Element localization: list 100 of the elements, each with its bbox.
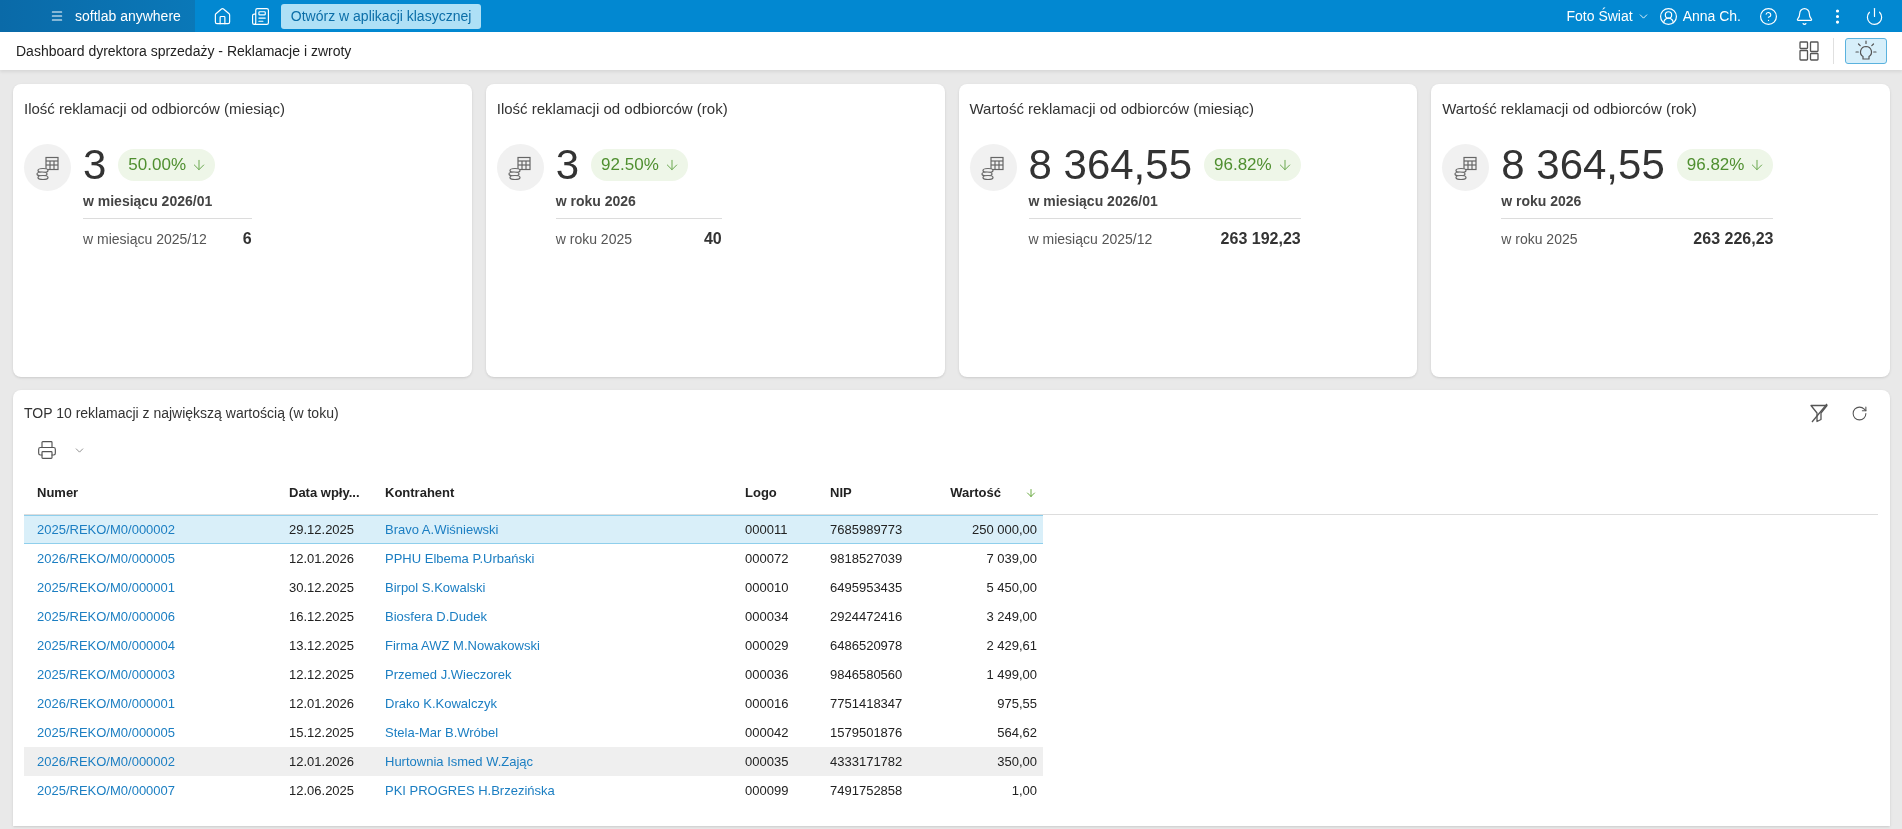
filter-off-icon[interactable]: [1809, 403, 1829, 423]
table-link[interactable]: 2025/REKO/M0/000007: [37, 780, 176, 801]
current-period: w miesiącu 2026/01: [83, 192, 214, 210]
table-link[interactable]: 2025/REKO/M0/000002: [37, 519, 176, 540]
table-row[interactable]: 2026/REKO/M0/000002 12.01.2026 Hurtownia Ismed W.Zając 000035 4333171782 350,00: [24, 747, 1043, 776]
table-link[interactable]: Birpol S.Kowalski: [385, 577, 486, 598]
table-cell-text: 12.12.2025: [289, 665, 355, 684]
kpi-value: 3: [555, 144, 580, 186]
newspaper-icon[interactable]: [250, 6, 270, 26]
table-cell-text: 30.12.2025: [289, 578, 355, 597]
bulb-button[interactable]: [1845, 38, 1887, 64]
help-icon[interactable]: [1759, 6, 1778, 26]
kpi-value: 3: [83, 144, 107, 186]
table-cell-text: 350,00: [997, 752, 1037, 771]
refresh-icon[interactable]: [1851, 404, 1868, 422]
column-header[interactable]: Kontrahent: [385, 483, 455, 503]
table-cell-text: 5 450,00: [986, 578, 1037, 597]
table-cell-text: 2924472416: [830, 607, 903, 626]
app-name: softlab anywhere: [75, 6, 181, 26]
table-cell-text: 12.01.2026: [289, 694, 355, 713]
table-cell-text: 7491752858: [830, 781, 903, 800]
table-cell-text: 000099: [745, 781, 789, 800]
table-link[interactable]: Biosfera D.Dudek: [385, 606, 487, 627]
previous-value: 263 226,23: [1693, 229, 1774, 249]
table-cell-text: 000042: [745, 723, 789, 742]
table-cell-text: 1 499,00: [986, 665, 1037, 684]
kpi-value: 8 364,55: [1028, 144, 1192, 186]
table-cell-text: 7 039,00: [986, 549, 1037, 568]
previous-value: 263 192,23: [1220, 229, 1301, 249]
table-cell-text: 000011: [745, 520, 788, 539]
card-title: Wartość reklamacji od odbiorców (miesiąc): [969, 100, 1256, 118]
table-link[interactable]: PKI PROGRES H.Brzezińska: [385, 780, 555, 801]
table-link[interactable]: Drako K.Kowalczyk: [385, 693, 497, 714]
print-icon[interactable]: [37, 440, 57, 460]
table-cell-text: 29.12.2025: [289, 520, 355, 539]
previous-period: w roku 2025: [555, 229, 633, 249]
table-cell-text: 1,00: [1011, 781, 1037, 800]
lightbulb-icon: [1855, 40, 1877, 62]
menu-icon[interactable]: [50, 9, 64, 23]
table-cell-text: 000034: [745, 607, 789, 626]
table-cell-text: 13.12.2025: [289, 636, 355, 655]
table-link[interactable]: Hurtownia Ismed W.Zając: [385, 751, 534, 772]
table-link[interactable]: 2025/REKO/M0/000006: [37, 606, 176, 627]
table-cell-text: 000016: [745, 694, 789, 713]
table-cell-text: 7685989773: [830, 520, 903, 539]
table-link[interactable]: PPHU Elbema P.Urbański: [385, 548, 535, 569]
table-link[interactable]: Firma AWZ M.Nowakowski: [385, 635, 540, 656]
table-cell-text: 15.12.2025: [289, 723, 355, 742]
table-cell-text: 6486520978: [830, 636, 903, 655]
table-link[interactable]: 2025/REKO/M0/000003: [37, 664, 176, 685]
previous-period: w miesiącu 2025/12: [1028, 229, 1153, 249]
table-title: TOP 10 reklamacji z największą wartością (w toku): [24, 403, 339, 423]
table-coins-icon: [981, 155, 1005, 180]
open-classic-button[interactable]: Otwórz w aplikacji klasycznej: [280, 3, 482, 29]
table-link[interactable]: 2026/REKO/M0/000001: [37, 693, 176, 714]
change-percent: 92.50%: [601, 154, 659, 177]
table-link[interactable]: Bravo A.Wiśniewski: [385, 519, 499, 540]
power-icon[interactable]: [1865, 6, 1884, 26]
table-cell-text: 3 249,00: [986, 607, 1037, 626]
previous-value: 6: [242, 229, 252, 249]
table-link[interactable]: 2026/REKO/M0/000002: [37, 751, 176, 772]
table-link[interactable]: Stela-Mar B.Wróbel: [385, 722, 499, 743]
table-cell-text: 564,62: [997, 723, 1037, 742]
table-cell-text: 12.01.2026: [289, 752, 355, 771]
column-header[interactable]: Numer: [37, 483, 79, 503]
table-cell-text: 000036: [745, 665, 789, 684]
company-selector[interactable]: Foto Świat: [1566, 5, 1650, 27]
column-header[interactable]: Wartość: [950, 483, 1001, 503]
current-period: w roku 2026: [1501, 192, 1583, 210]
user-menu[interactable]: Anna Ch.: [1658, 5, 1741, 27]
home-icon[interactable]: [212, 6, 232, 26]
table-row[interactable]: 2025/REKO/M0/000002 29.12.2025 Bravo A.Wiśniewski 000011 7685989773 250 000,00: [24, 515, 1043, 544]
layout-grid-icon[interactable]: [1799, 41, 1819, 61]
card-title: Ilość reklamacji od odbiorców (rok): [496, 100, 729, 118]
change-percent: 50.00%: [128, 154, 187, 177]
table-coins-icon: [1453, 155, 1478, 180]
table-cell-text: 000072: [745, 549, 789, 568]
card-title: Wartość reklamacji od odbiorców (rok): [1442, 100, 1698, 118]
table-cell-text: 12.01.2026: [289, 549, 355, 568]
table-cell-text: 000010: [745, 578, 789, 597]
table-link[interactable]: 2026/REKO/M0/000005: [37, 548, 176, 569]
kpi-value: 8 364,55: [1501, 144, 1665, 186]
column-header[interactable]: Data wpły...: [289, 483, 360, 503]
table-cell-text: 16.12.2025: [289, 607, 355, 626]
column-header[interactable]: Logo: [745, 483, 777, 503]
table-cell-text: 000035: [745, 752, 789, 771]
bell-icon[interactable]: [1795, 6, 1814, 26]
table-link[interactable]: Przemed J.Wieczorek: [385, 664, 512, 685]
previous-period: w miesiącu 2025/12: [83, 229, 207, 249]
table-cell-text: 9818527039: [830, 549, 903, 568]
table-link[interactable]: 2025/REKO/M0/000005: [37, 722, 176, 743]
table-cell-text: 2 429,61: [986, 636, 1037, 655]
table-link[interactable]: 2025/REKO/M0/000001: [37, 577, 176, 598]
change-percent: 96.82%: [1686, 154, 1745, 177]
column-header[interactable]: NIP: [830, 483, 852, 503]
table-cell-text: 4333171782: [830, 752, 903, 771]
previous-period: w roku 2025: [1501, 229, 1578, 249]
change-percent: 96.82%: [1214, 154, 1272, 177]
table-link[interactable]: 2025/REKO/M0/000004: [37, 635, 176, 656]
previous-value: 40: [703, 229, 722, 249]
